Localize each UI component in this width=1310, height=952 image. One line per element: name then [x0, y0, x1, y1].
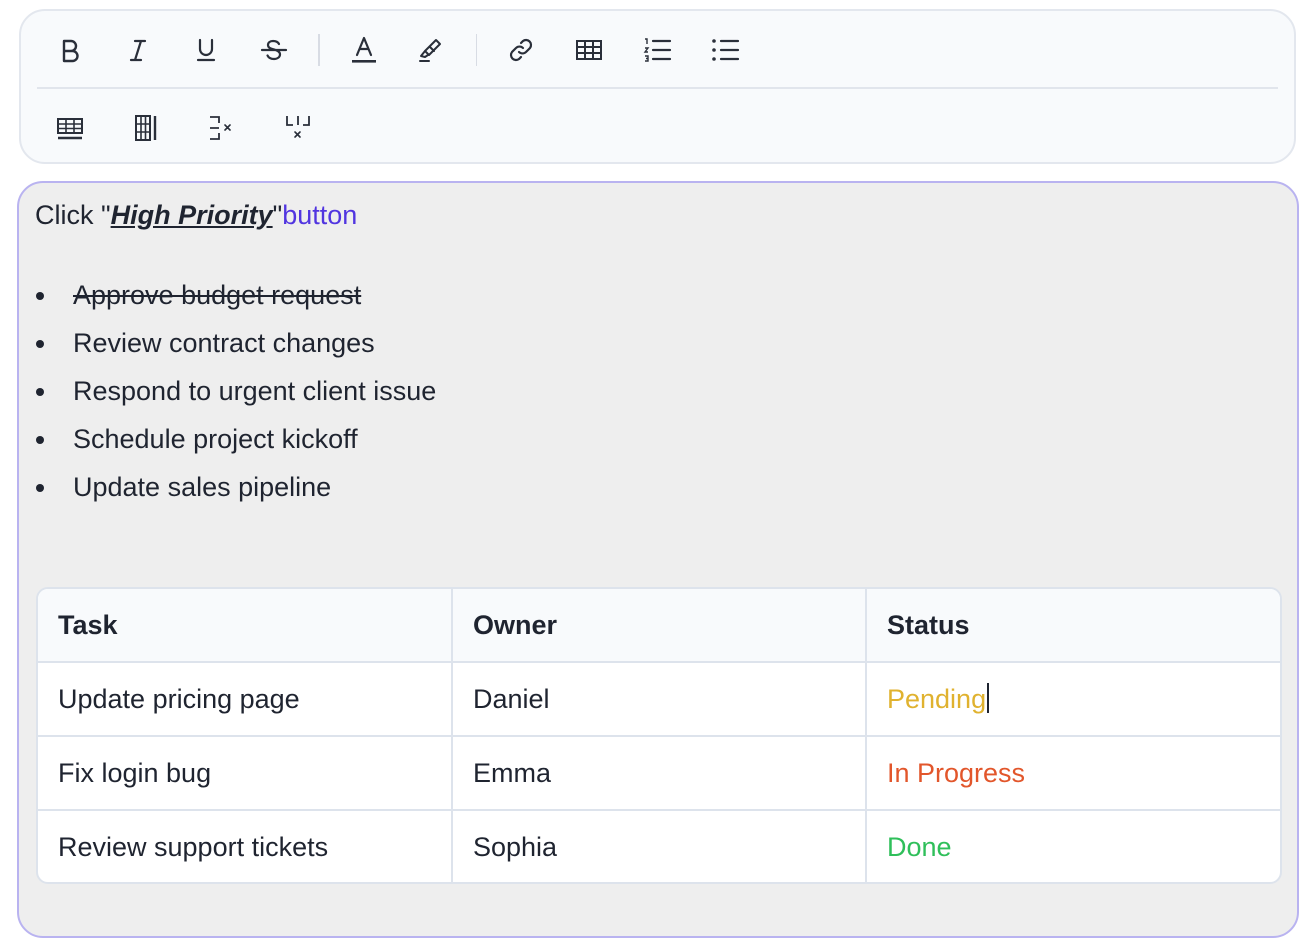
status-text-pending: Pending: [887, 684, 987, 714]
column-header-task[interactable]: Task: [38, 589, 453, 663]
delete-row-icon: [207, 113, 237, 143]
instruction-line: Click "High Priority"button: [35, 197, 357, 233]
button-link-text[interactable]: button: [282, 200, 357, 230]
add-row-button[interactable]: [48, 106, 92, 150]
toolbar-row-formatting: [21, 25, 1294, 75]
instruction-prefix: Click ": [35, 200, 111, 230]
toolbar-row-table: [21, 103, 1294, 153]
add-row-icon: [55, 114, 85, 142]
add-column-icon: [132, 113, 160, 143]
text-cursor: [987, 683, 990, 713]
bold-icon: [56, 36, 84, 64]
list-item: Review contract changes: [35, 325, 436, 373]
italic-button[interactable]: [116, 28, 160, 72]
strikethrough-button[interactable]: [252, 28, 296, 72]
toolbar-separator: [475, 34, 477, 66]
add-column-button[interactable]: [124, 106, 168, 150]
table-header-row: Task Owner Status: [38, 589, 1280, 663]
underline-button[interactable]: [184, 28, 228, 72]
task-cell[interactable]: Update pricing page: [38, 661, 453, 737]
column-header-owner[interactable]: Owner: [451, 589, 867, 663]
highlight-button[interactable]: [410, 28, 454, 72]
table-row: Fix login bug Emma In Progress: [38, 735, 1280, 811]
task-table: Task Owner Status Update pricing page Da…: [36, 587, 1282, 884]
owner-cell[interactable]: Daniel: [451, 661, 867, 737]
link-icon: [507, 36, 535, 64]
insert-table-button[interactable]: [567, 28, 611, 72]
link-button[interactable]: [499, 28, 543, 72]
highlighter-icon: [417, 36, 447, 64]
task-cell[interactable]: Fix login bug: [38, 735, 453, 811]
delete-column-button[interactable]: [276, 106, 320, 150]
bold-button[interactable]: [48, 28, 92, 72]
owner-cell[interactable]: Sophia: [451, 809, 867, 882]
bullet-list-button[interactable]: [703, 28, 747, 72]
editor-toolbar: [19, 9, 1296, 164]
ordered-list-icon: [642, 36, 672, 64]
instruction-suffix: ": [272, 200, 283, 230]
italic-icon: [124, 36, 152, 64]
ordered-list-button[interactable]: [635, 28, 679, 72]
high-priority-text: High Priority: [110, 200, 273, 230]
list-item: Schedule project kickoff: [35, 421, 436, 469]
column-header-status[interactable]: Status: [865, 589, 1280, 663]
owner-cell[interactable]: Emma: [451, 735, 867, 811]
status-text-done: Done: [887, 831, 952, 862]
status-cell[interactable]: In Progress: [865, 735, 1280, 811]
bullet-list-icon: [710, 36, 740, 64]
status-text-in-progress: In Progress: [887, 757, 1026, 788]
editor-content-area[interactable]: Click "High Priority"button Approve budg…: [17, 181, 1299, 938]
text-color-icon: [350, 35, 378, 65]
status-cell[interactable]: Done: [865, 809, 1280, 882]
underline-icon: [192, 36, 220, 64]
list-item: Approve budget request: [35, 277, 436, 325]
delete-column-icon: [283, 113, 313, 143]
toolbar-separator: [318, 34, 320, 66]
list-item: Respond to urgent client issue: [35, 373, 436, 421]
table-icon: [574, 36, 604, 64]
toolbar-divider: [37, 87, 1278, 89]
list-item: Update sales pipeline: [35, 469, 436, 517]
task-bullet-list: Approve budget request Review contract c…: [35, 277, 436, 517]
delete-row-button[interactable]: [200, 106, 244, 150]
text-color-button[interactable]: [342, 28, 386, 72]
table-row: Update pricing page Daniel Pending: [38, 661, 1280, 737]
strikethrough-icon: [259, 36, 289, 64]
status-cell[interactable]: Pending: [865, 661, 1280, 737]
task-cell[interactable]: Review support tickets: [38, 809, 453, 882]
table-row: Review support tickets Sophia Done: [38, 809, 1280, 882]
